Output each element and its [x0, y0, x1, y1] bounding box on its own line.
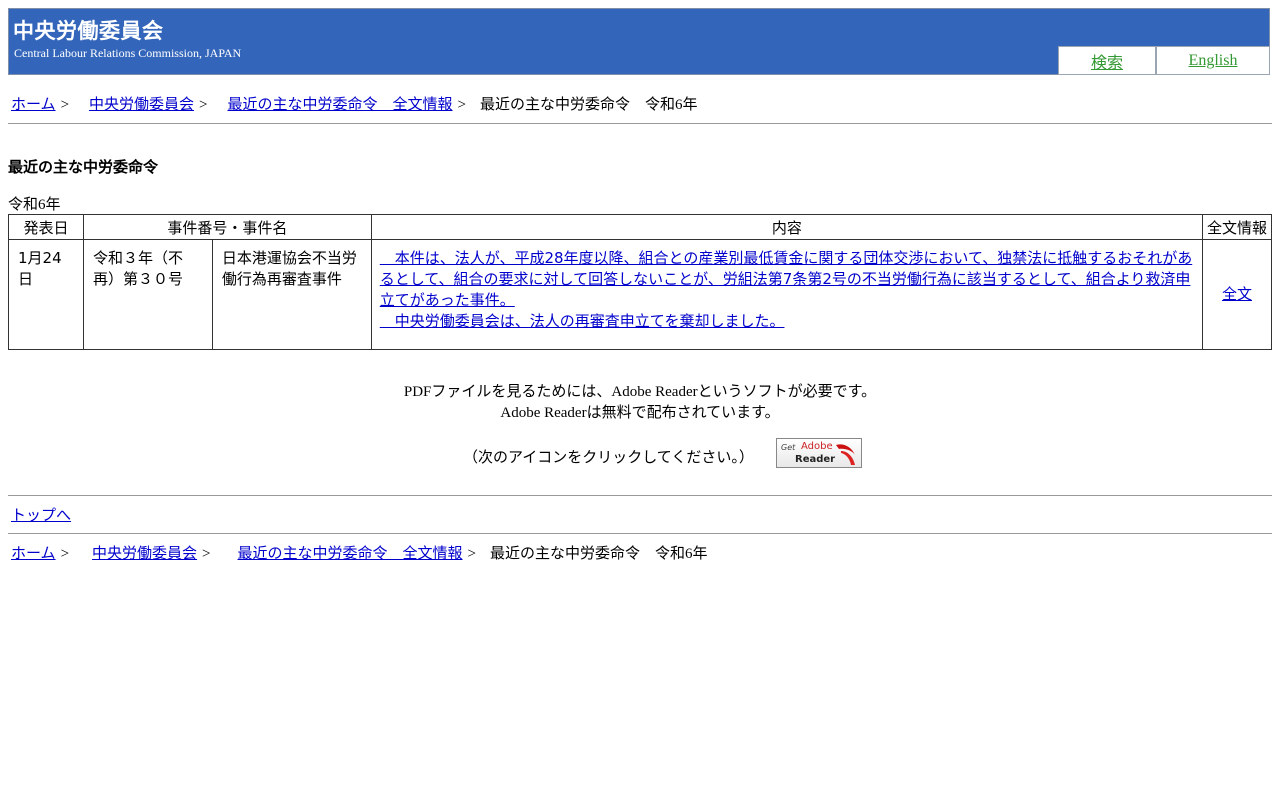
breadcrumb-current: 最近の主な中労委命令 令和6年 [480, 97, 698, 113]
breadcrumb-orders-link[interactable]: 最近の主な中労委命令 全文情報 [228, 97, 453, 113]
breadcrumb-separator: > [457, 97, 466, 113]
site-title: 中央労働委員会 [13, 19, 164, 43]
year-label: 令和6年 [8, 197, 61, 213]
breadcrumb-commission-link[interactable]: 中央労働委員会 [89, 97, 194, 113]
divider [8, 123, 1272, 124]
site-subtitle: Central Labour Relations Commission, JAP… [14, 46, 242, 60]
breadcrumb-separator: > [60, 97, 70, 113]
cell-case-name: 日本港運協会不当労働行為再審査事件 [211, 239, 372, 350]
column-header-case: 事件番号・事件名 [82, 214, 372, 240]
content-summary-link[interactable]: 本件は、法人が、平成28年度以降、組合との産業別最低賃金に関する団体交渉において… [380, 248, 1194, 311]
breadcrumb-bottom: ホーム > 中央労働委員会 > 最近の主な中労委命令 全文情報 > 最近の主な中労委命令 令… [11, 542, 708, 563]
pdf-click-instruction: （次のアイコンをクリックしてください。） [463, 450, 754, 466]
column-header-content: 内容 [370, 214, 1204, 240]
pdf-note-line1: PDFファイルを見るためには、Adobe Readerというソフトが必要です。 [403, 384, 877, 400]
breadcrumb-separator: > [467, 546, 476, 562]
back-to-top-link[interactable]: トップへ [11, 504, 71, 525]
pdf-note-line2: Adobe Readerは無料で配布されています。 [500, 405, 780, 421]
get-adobe-reader-button[interactable]: Get Adobe Reader [776, 438, 862, 468]
table-row: 1月24日 令和３年（不再）第３０号 日本港運協会不当労働行為再審査事件 本件は… [8, 239, 1272, 350]
breadcrumb: ホーム > 中央労働委員会 > 最近の主な中労委命令 全文情報 > 最近の主な中労委命令 令… [11, 93, 698, 114]
breadcrumb-home-link[interactable]: ホーム [11, 97, 56, 113]
english-button[interactable]: English [1156, 46, 1270, 75]
badge-get-text: Get [781, 443, 796, 452]
divider [8, 533, 1272, 534]
cell-date: 1月24日 [8, 239, 84, 350]
badge-reader-text: Reader [795, 454, 836, 465]
search-link[interactable]: 検索 [1091, 49, 1123, 73]
cell-case-number: 令和３年（不再）第３０号 [82, 239, 213, 350]
breadcrumb-current: 最近の主な中労委命令 令和6年 [490, 546, 708, 562]
breadcrumb-home-link[interactable]: ホーム [11, 546, 56, 562]
cell-content: 本件は、法人が、平成28年度以降、組合との産業別最低賃金に関する団体交渉において… [370, 239, 1204, 350]
breadcrumb-separator: > [199, 97, 208, 113]
breadcrumb-separator: > [60, 546, 70, 562]
breadcrumb-commission-link[interactable]: 中央労働委員会 [92, 546, 197, 562]
english-link[interactable]: English [1189, 52, 1238, 70]
breadcrumb-orders-link[interactable]: 最近の主な中労委命令 全文情報 [238, 546, 463, 562]
table-header-row: 発表日 事件番号・事件名 内容 全文情報 [8, 214, 1272, 240]
divider [8, 495, 1272, 496]
site-header: 中央労働委員会 Central Labour Relations Commiss… [8, 8, 1270, 75]
page-title: 最近の主な中労委命令 [8, 160, 159, 176]
badge-adobe-text: Adobe [801, 441, 833, 452]
breadcrumb-separator: > [202, 546, 211, 562]
content-result-link[interactable]: 中央労働委員会は、法人の再審査申立てを棄却しました。 [380, 311, 1194, 332]
orders-table: 発表日 事件番号・事件名 内容 全文情報 1月24日 令和３年（不再）第３０号 … [8, 214, 1272, 350]
column-header-date: 発表日 [8, 214, 84, 240]
full-text-link[interactable]: 全文 [1222, 285, 1252, 303]
search-button[interactable]: 検索 [1058, 46, 1156, 75]
column-header-full-text: 全文情報 [1202, 214, 1272, 240]
cell-full-text: 全文 [1202, 239, 1272, 350]
adobe-reader-icon [836, 444, 855, 465]
pdf-note: PDFファイルを見るためには、Adobe Readerというソフトが必要です。 … [0, 382, 1280, 424]
